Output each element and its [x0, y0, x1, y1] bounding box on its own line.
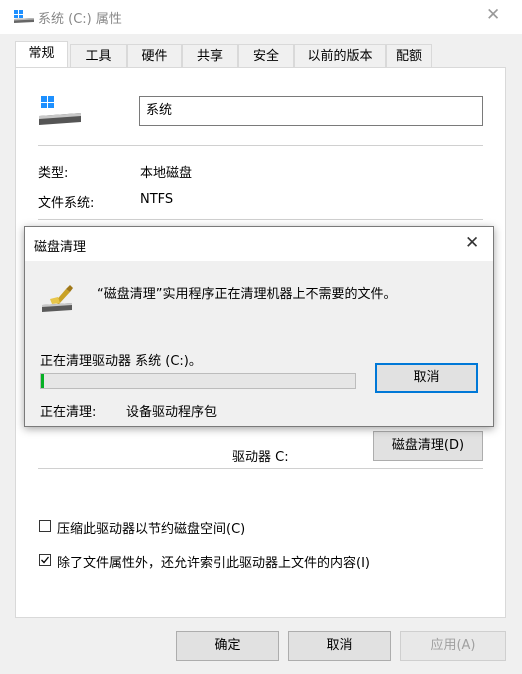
drive-icon — [14, 10, 34, 23]
cleanup-progress-bar — [40, 373, 356, 389]
cleaning-item: 设备驱动程序包 — [126, 405, 218, 420]
progress-fill — [41, 374, 44, 388]
separator — [38, 219, 483, 220]
drive-label: 驱动器 C: — [232, 450, 289, 465]
separator — [38, 468, 483, 469]
index-label: 除了文件属性外，还允许索引此驱动器上文件的内容(I) — [57, 556, 370, 571]
compress-label: 压缩此驱动器以节约磁盘空间(C) — [57, 522, 246, 537]
tab-security[interactable]: 安全 — [238, 44, 294, 68]
dialog-title: 磁盘清理 — [34, 240, 87, 255]
checkmark-icon — [41, 556, 50, 564]
window-title: 系统 (C:) 属性 — [38, 12, 122, 27]
tab-previous-versions[interactable]: 以前的版本 — [294, 44, 386, 68]
disk-cleanup-dialog: 磁盘清理 ✕ “磁盘清理”实用程序正在清理机器上不需要的文件。 正在清理驱动器 … — [24, 226, 494, 427]
filesystem-value: NTFS — [140, 192, 174, 207]
type-label: 类型: — [38, 166, 69, 181]
close-icon[interactable]: ✕ — [465, 233, 479, 253]
index-checkbox[interactable] — [39, 554, 51, 566]
dialog-message: “磁盘清理”实用程序正在清理机器上不需要的文件。 — [97, 287, 397, 302]
compress-checkbox[interactable] — [39, 520, 51, 532]
tab-quota[interactable]: 配额 — [386, 44, 432, 68]
tab-sharing[interactable]: 共享 — [182, 44, 238, 68]
tab-hardware[interactable]: 硬件 — [127, 44, 182, 68]
tab-tools[interactable]: 工具 — [70, 44, 127, 68]
apply-button[interactable]: 应用(A) — [400, 631, 506, 661]
cancel-button[interactable]: 取消 — [288, 631, 391, 661]
type-value: 本地磁盘 — [140, 166, 193, 181]
cleaning-label: 正在清理: — [40, 405, 97, 420]
dialog-cancel-button[interactable]: 取消 — [375, 363, 478, 393]
dialog-titlebar: 磁盘清理 ✕ — [25, 227, 493, 261]
window-titlebar: 系统 (C:) 属性 ✕ — [0, 0, 522, 34]
ok-button[interactable]: 确定 — [176, 631, 279, 661]
separator — [38, 145, 483, 146]
disk-cleanup-icon — [42, 285, 73, 312]
filesystem-label: 文件系统: — [38, 196, 95, 211]
cleanup-status: 正在清理驱动器 系统 (C:)。 — [40, 354, 202, 369]
close-icon[interactable]: ✕ — [486, 5, 500, 25]
tab-general[interactable]: 常规 — [15, 41, 68, 68]
drive-name-input[interactable]: 系统 — [139, 96, 483, 126]
disk-cleanup-button[interactable]: 磁盘清理(D) — [373, 431, 483, 461]
drive-icon — [39, 96, 81, 125]
